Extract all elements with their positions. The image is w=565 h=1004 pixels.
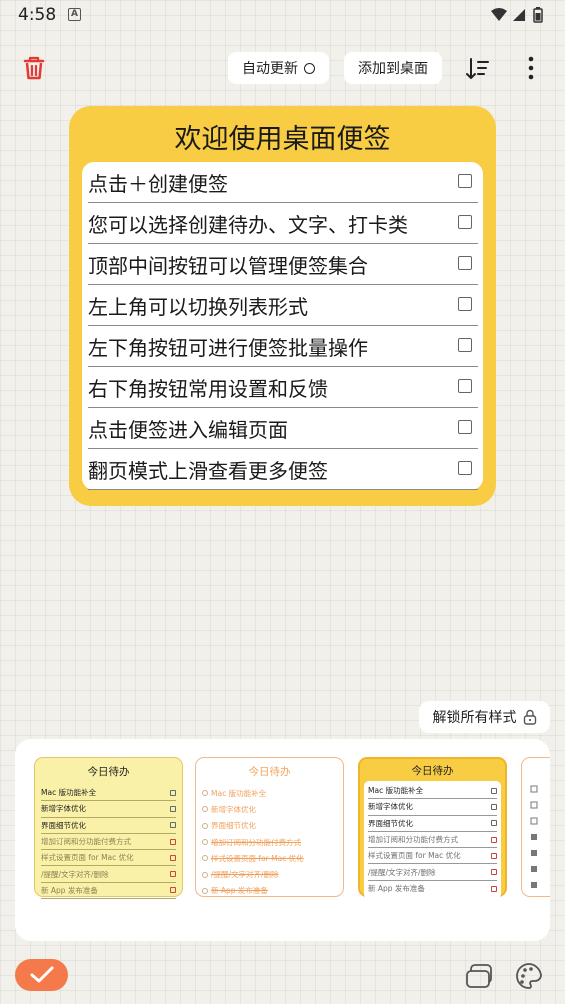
style-preview-row: /提醒/文字对齐/删除 <box>368 864 497 881</box>
todo-item[interactable]: 翻页模式上滑查看更多便签 <box>88 449 478 490</box>
toggle-circle-icon <box>304 62 315 74</box>
batch-select-button[interactable] <box>15 959 68 991</box>
signal-icon <box>513 9 525 21</box>
todo-checkbox[interactable] <box>458 420 472 434</box>
unlock-styles-button[interactable]: 解锁所有样式 <box>419 701 550 733</box>
battery-icon <box>533 7 543 23</box>
todo-text: 翻页模式上滑查看更多便签 <box>88 459 328 483</box>
style-preview-row: 界面细节优化 <box>41 818 176 834</box>
style-preview-row: 新 App 发布准备 <box>41 883 176 900</box>
style-option-white-orange[interactable]: 今日待办 Mac 版功能补全 新增字体优化 界面细节优化 增加订阅和分功能付费方… <box>195 757 344 897</box>
todo-text: 左下角按钮可进行便签批量操作 <box>88 336 368 360</box>
style-preview-row: Mac 版功能补全 <box>202 785 337 801</box>
add-to-desktop-button[interactable]: 添加到桌面 <box>344 52 442 84</box>
todo-item[interactable]: 左下角按钮可进行便签批量操作 <box>88 326 478 367</box>
todo-checkbox[interactable] <box>458 379 472 393</box>
notification-icon: A <box>68 8 81 21</box>
style-preview-row: Mac 版功能补全 <box>41 785 176 802</box>
note-title: 欢迎使用桌面便签 <box>174 124 391 155</box>
lock-icon <box>523 709 536 725</box>
todo-checkbox[interactable] <box>458 174 472 188</box>
status-time: 4:58 <box>18 5 57 25</box>
more-vertical-icon[interactable] <box>522 55 540 81</box>
style-preview-title: 今日待办 <box>411 765 454 777</box>
todo-checkbox[interactable] <box>458 338 472 352</box>
style-preview-row: 样式设置页面 for Mac 优化 <box>202 850 337 866</box>
style-preview-title: 今日待办 <box>248 766 291 778</box>
style-picker-panel: 今日待办 Mac 版功能补全 新增字体优化 界面细节优化 增加订阅和分功能付费方… <box>15 739 550 941</box>
sort-icon[interactable] <box>465 56 491 82</box>
style-preview-row: 新增字体优化 <box>41 801 176 818</box>
todo-text: 左上角可以切换列表形式 <box>88 295 308 319</box>
todo-item[interactable]: 您可以选择创建待办、文字、打卡类 <box>88 203 478 244</box>
todo-text: 右下角按钮常用设置和反馈 <box>88 377 328 401</box>
todo-item[interactable]: 右下角按钮常用设置和反馈 <box>88 367 478 408</box>
style-preview-row: /提醒/文字对齐/删除 <box>202 866 337 882</box>
style-option-yellow[interactable]: 今日待办 Mac 版功能补全 新增字体优化 界面细节优化 增加订阅和分功能付费方… <box>34 757 183 900</box>
todo-item[interactable]: 顶部中间按钮可以管理便签集合 <box>88 244 478 285</box>
todo-item[interactable]: 左上角可以切换列表形式 <box>88 285 478 326</box>
todo-checkbox[interactable] <box>458 297 472 311</box>
todo-item[interactable]: 点击便签进入编辑页面 <box>88 408 478 449</box>
todo-text: 点击＋创建便签 <box>88 172 228 196</box>
unlock-label: 解锁所有样式 <box>432 710 517 726</box>
style-preview-row: 样式设置页面 for Mac 优化 <box>368 848 497 865</box>
style-preview-row: 样式设置页面 for Mac 优化 <box>41 850 176 867</box>
style-preview-row: 增加订阅和分功能付费方式 <box>41 834 176 851</box>
style-option-partial[interactable] <box>521 757 550 897</box>
style-preview-row: 新增字体优化 <box>202 801 337 817</box>
auto-update-label: 自动更新 <box>242 61 298 77</box>
style-preview-title: 今日待办 <box>87 766 130 778</box>
style-preview-row: 新 App 发布准备 <box>368 881 497 897</box>
style-preview-row: /提醒/文字对齐/删除 <box>41 866 176 883</box>
todo-item[interactable]: 点击＋创建便签 <box>88 162 478 203</box>
status-icons <box>489 6 549 24</box>
style-preview-row: 新增字体优化 <box>368 799 497 816</box>
check-icon <box>30 966 53 983</box>
style-preview-row: 新 App 发布准备 <box>202 883 337 899</box>
style-preview-row: 增加订阅和分功能付费方式 <box>202 834 337 850</box>
todo-text: 顶部中间按钮可以管理便签集合 <box>88 254 368 278</box>
todo-checkbox[interactable] <box>458 461 472 475</box>
stack-icon[interactable] <box>464 962 494 990</box>
palette-icon[interactable] <box>514 961 544 991</box>
style-preview-row: 界面细节优化 <box>202 818 337 834</box>
todo-text: 您可以选择创建待办、文字、打卡类 <box>88 213 408 237</box>
style-option-yellow-frame[interactable]: 今日待办 Mac 版功能补全 新增字体优化 界面细节优化 增加订阅和分功能付费方… <box>358 757 507 900</box>
wifi-icon <box>491 8 507 21</box>
style-preview-row: Mac 版功能补全 <box>368 783 497 800</box>
todo-checkbox[interactable] <box>458 215 472 229</box>
todo-text: 点击便签进入编辑页面 <box>88 418 288 442</box>
trash-icon[interactable] <box>20 54 48 82</box>
auto-update-toggle[interactable]: 自动更新 <box>228 52 329 84</box>
style-preview-row: 界面细节优化 <box>368 816 497 832</box>
todo-checkbox[interactable] <box>458 256 472 270</box>
style-preview-row: 增加订阅和分功能付费方式 <box>368 832 497 849</box>
partial-style-preview <box>530 785 538 888</box>
add-to-desktop-label: 添加到桌面 <box>358 61 428 77</box>
